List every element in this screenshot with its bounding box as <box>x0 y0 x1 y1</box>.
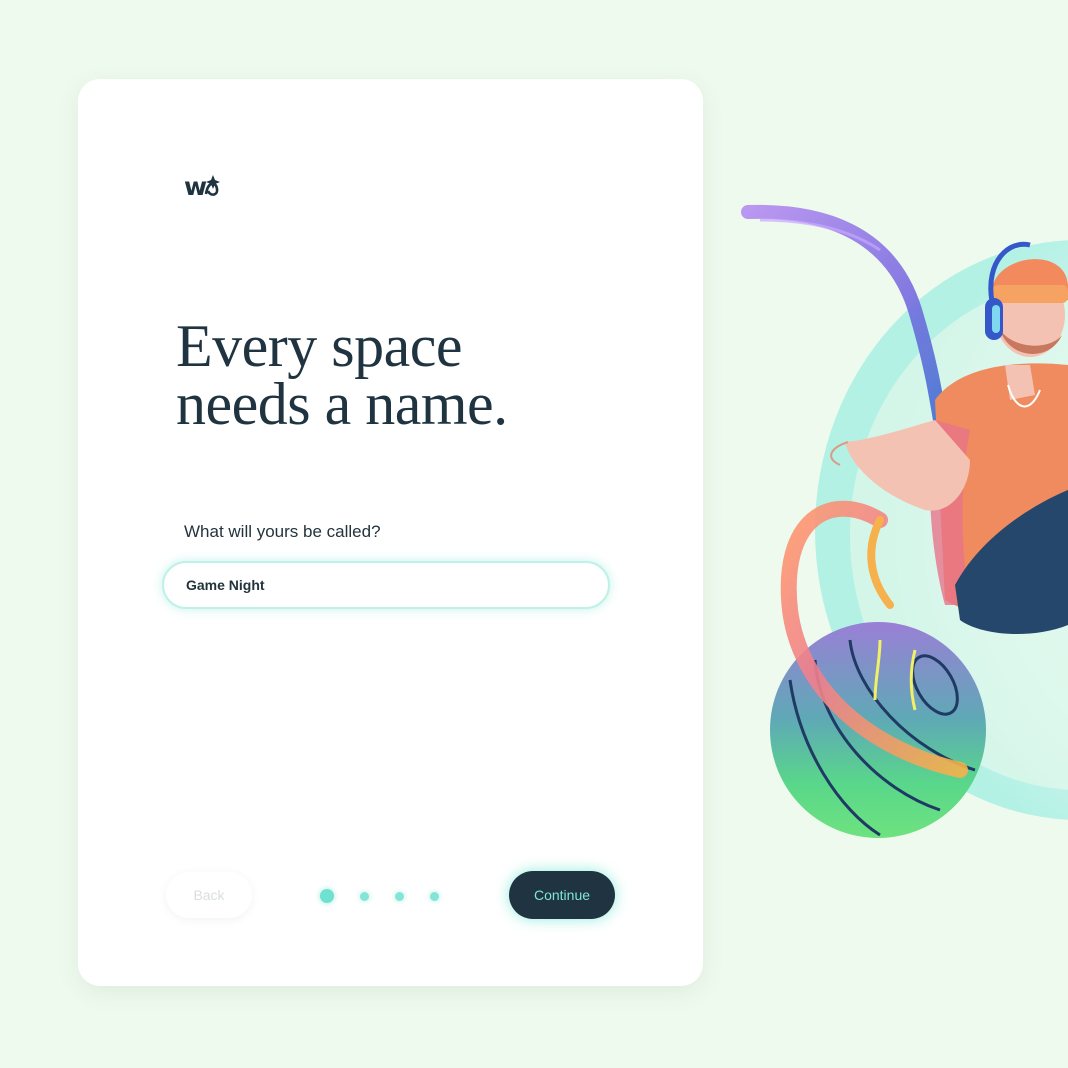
step-dot-4 <box>430 891 439 901</box>
step-dot-2 <box>360 891 369 901</box>
svg-text:w: w <box>184 172 207 201</box>
wonder-logo-mark: w <box>184 172 220 201</box>
onboarding-card: w Every space needs a name. What will yo… <box>78 79 703 986</box>
person-with-ball-illustration <box>741 204 1068 838</box>
step-dot-1 <box>320 889 334 903</box>
space-name-label: What will yours be called? <box>184 522 381 541</box>
back-button[interactable]: Back <box>166 872 252 918</box>
page-headline: Every space needs a name. <box>176 316 616 434</box>
headline-line-1: Every space <box>176 313 463 379</box>
space-name-input[interactable] <box>184 576 588 594</box>
wonder-logo: w <box>184 171 278 207</box>
space-name-field[interactable] <box>162 561 610 609</box>
step-indicator <box>320 888 439 904</box>
continue-button[interactable]: Continue <box>509 871 615 919</box>
step-dot-3 <box>395 891 404 901</box>
headline-line-2: needs a name. <box>176 371 508 437</box>
